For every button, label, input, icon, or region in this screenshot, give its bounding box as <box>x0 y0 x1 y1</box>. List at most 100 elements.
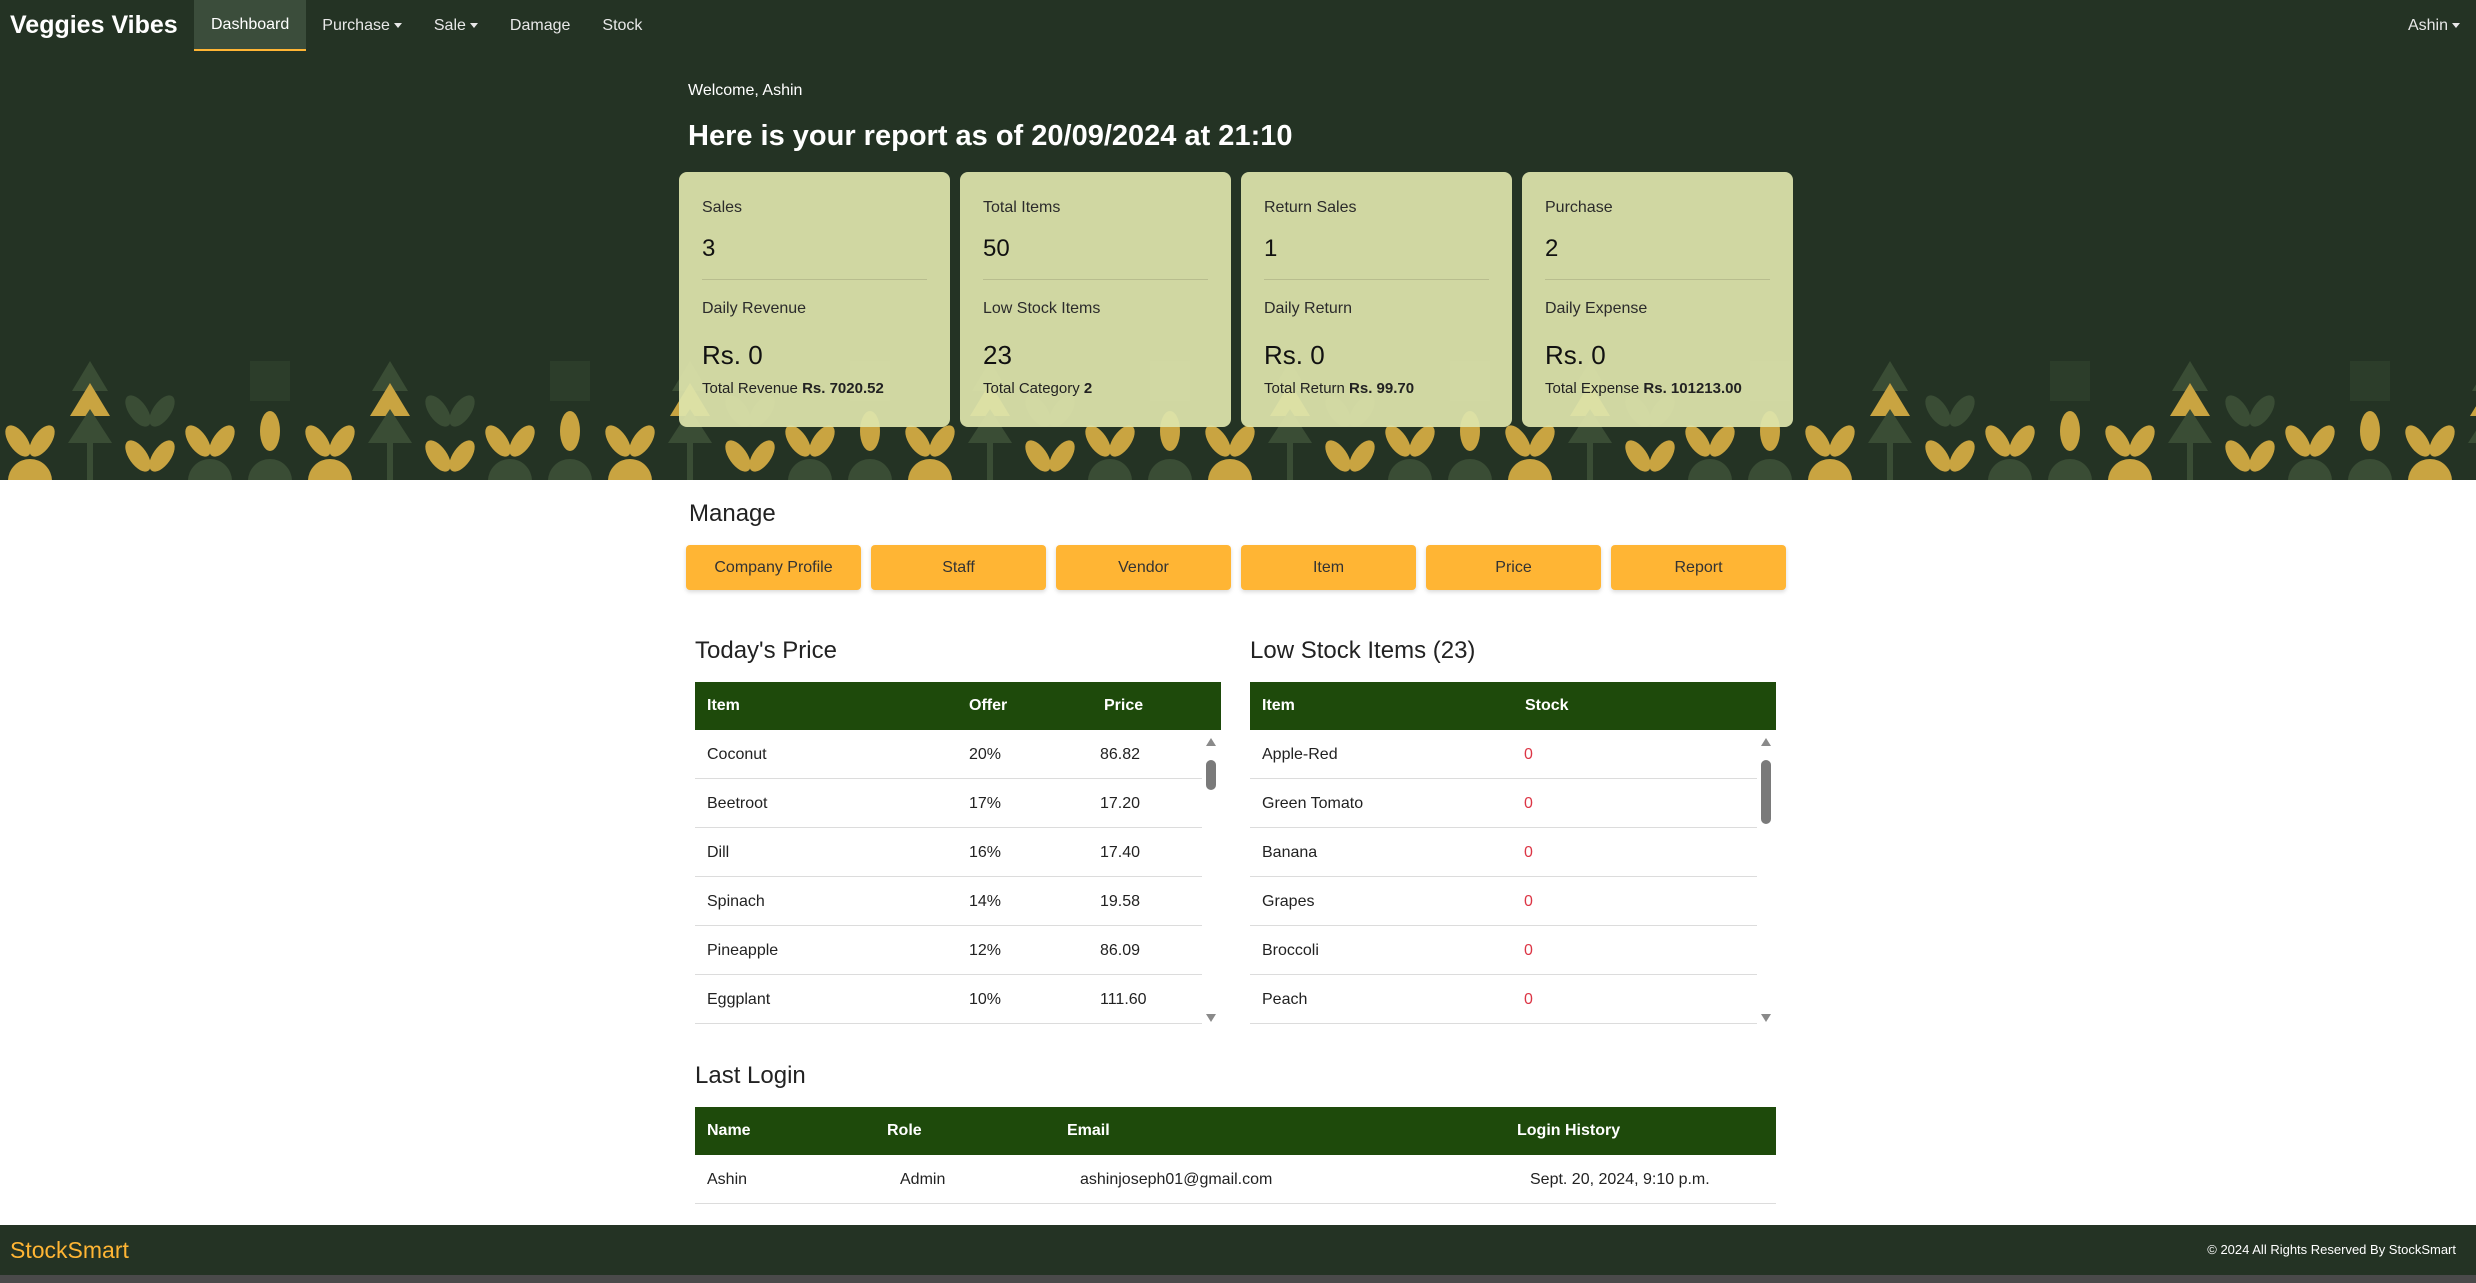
card-divider <box>983 279 1208 280</box>
scroll-thumb[interactable] <box>1206 760 1216 790</box>
price-button[interactable]: Price <box>1426 545 1601 590</box>
last-login-table-header: Name Role Email Login History <box>695 1107 1776 1155</box>
top-navbar: Veggies Vibes Dashboard Purchase Sale Da… <box>0 0 2476 51</box>
cell-stock: 0 <box>1524 844 1533 861</box>
sales-card: Sales 3 Daily Revenue Rs. 0 Total Revenu… <box>679 172 950 427</box>
cell-price: 86.82 <box>1100 746 1141 763</box>
nav-sale-label: Sale <box>433 16 466 34</box>
low-stock-table-body[interactable]: Apple-Red 0 Green Tomato 0 Banana 0 Grap… <box>1250 730 1757 1026</box>
report-button[interactable]: Report <box>1611 545 1786 590</box>
cell-item: Dill <box>707 844 730 861</box>
price-table-body[interactable]: Coconut 20% 86.82 Beetroot 17% 17.20 Dil… <box>695 730 1202 1026</box>
item-button[interactable]: Item <box>1241 545 1416 590</box>
card-label: Daily Revenue <box>702 300 807 317</box>
nav-damage[interactable]: Damage <box>494 0 586 51</box>
cell-name: Ashin <box>707 1171 748 1188</box>
cell-offer: 20% <box>969 746 1002 763</box>
report-title: Here is your report as of 20/09/2024 at … <box>688 120 1293 152</box>
staff-button[interactable]: Staff <box>871 545 1046 590</box>
cell-price: 86.09 <box>1100 942 1141 959</box>
price-table-scrollbar[interactable] <box>1203 734 1219 1026</box>
table-row: Green Tomato 0 <box>1250 779 1757 828</box>
window-bottom-edge <box>0 1275 2476 1283</box>
card-value: 2 <box>1545 235 1559 262</box>
nav-stock[interactable]: Stock <box>586 0 658 51</box>
table-row: Eggplant 10% 111.60 <box>695 975 1202 1024</box>
cell-stock: 0 <box>1524 942 1533 959</box>
cell-offer: 10% <box>969 991 1002 1008</box>
card-label: Return Sales <box>1264 199 1357 216</box>
table-row: Apple-Red 0 <box>1250 730 1757 779</box>
scroll-up-icon[interactable] <box>1761 738 1771 746</box>
table-row: Coconut 20% 86.82 <box>695 730 1202 779</box>
low-stock-table-header: Item Stock <box>1250 682 1776 730</box>
return-sales-card: Return Sales 1 Daily Return Rs. 0 Total … <box>1241 172 1512 427</box>
table-row: Spinach 14% 19.58 <box>695 877 1202 926</box>
cell-item: Spinach <box>707 893 765 910</box>
column-header: Item <box>707 697 740 714</box>
card-value: 1 <box>1264 235 1278 262</box>
card-footer: Total Revenue Rs. 7020.52 <box>702 380 884 397</box>
card-footer-label: Total Expense <box>1545 380 1640 397</box>
column-header: Role <box>887 1122 922 1139</box>
cell-role: Admin <box>900 1171 946 1188</box>
scroll-thumb[interactable] <box>1761 760 1771 824</box>
cell-offer: 12% <box>969 942 1002 959</box>
cell-login-history: Sept. 20, 2024, 9:10 p.m. <box>1530 1171 1710 1188</box>
card-value: Rs. 0 <box>1545 340 1606 370</box>
nav-dashboard-label: Dashboard <box>211 15 290 33</box>
cell-stock: 0 <box>1524 893 1533 910</box>
card-divider <box>702 279 927 280</box>
card-footer-value: 2 <box>1083 380 1093 397</box>
low-stock-heading: Low Stock Items (23) <box>1250 637 1476 664</box>
card-value: 3 <box>702 235 716 262</box>
table-row: Beetroot 17% 17.20 <box>695 779 1202 828</box>
cell-item: Broccoli <box>1262 942 1319 959</box>
column-header: Item <box>1262 697 1295 714</box>
welcome-text: Welcome, Ashin <box>688 82 803 99</box>
cell-stock: 0 <box>1524 991 1533 1008</box>
card-footer-value: Rs. 101213.00 <box>1643 380 1742 397</box>
leaf-pattern-decoration <box>5 361 2476 480</box>
scroll-down-icon[interactable] <box>1206 1014 1216 1022</box>
cell-item: Banana <box>1262 844 1318 861</box>
scroll-down-icon[interactable] <box>1761 1014 1771 1022</box>
card-footer: Total Category 2 <box>983 380 1092 397</box>
table-row: Dill 16% 17.40 <box>695 828 1202 877</box>
card-footer-label: Total Revenue <box>702 380 798 397</box>
card-value: Rs. 0 <box>702 340 763 370</box>
card-value: 50 <box>983 235 1010 262</box>
company-profile-button[interactable]: Company Profile <box>686 545 861 590</box>
user-menu-dropdown[interactable]: Ashin <box>2408 0 2460 51</box>
todays-price-heading: Today's Price <box>695 637 837 664</box>
vendor-button[interactable]: Vendor <box>1056 545 1231 590</box>
cell-item: Beetroot <box>707 795 768 812</box>
card-value: Rs. 0 <box>1264 340 1325 370</box>
items-card: Total Items 50 Low Stock Items 23 Total … <box>960 172 1231 427</box>
cell-item: Eggplant <box>707 991 771 1008</box>
table-row: Grapes 0 <box>1250 877 1757 926</box>
card-label: Total Items <box>983 199 1061 216</box>
nav-dashboard[interactable]: Dashboard <box>194 0 307 51</box>
footer-logo[interactable]: StockSmart <box>10 1225 129 1275</box>
cell-email: ashinjoseph01@gmail.com <box>1080 1171 1273 1188</box>
scroll-up-icon[interactable] <box>1206 738 1216 746</box>
last-login-table-body[interactable]: Ashin Admin ashinjoseph01@gmail.com Sept… <box>695 1155 1776 1225</box>
table-row: Ashin Admin ashinjoseph01@gmail.com Sept… <box>695 1155 1776 1204</box>
card-divider <box>1545 279 1770 280</box>
card-footer: Total Expense Rs. 101213.00 <box>1545 380 1742 397</box>
manage-heading: Manage <box>689 500 776 527</box>
user-name: Ashin <box>2407 16 2448 34</box>
brand-logo[interactable]: Veggies Vibes <box>0 11 194 40</box>
table-row: Banana 0 <box>1250 828 1757 877</box>
nav-stock-label: Stock <box>602 16 643 34</box>
low-stock-scrollbar[interactable] <box>1758 734 1774 1026</box>
cell-item: Green Tomato <box>1262 795 1364 812</box>
nav-purchase-dropdown[interactable]: Purchase <box>306 0 418 51</box>
purchase-card: Purchase 2 Daily Expense Rs. 0 Total Exp… <box>1522 172 1793 427</box>
cell-price: 19.58 <box>1100 893 1141 910</box>
column-header: Offer <box>969 697 1008 714</box>
nav-sale-dropdown[interactable]: Sale <box>418 0 494 51</box>
cell-offer: 14% <box>969 893 1002 910</box>
card-label: Daily Expense <box>1545 300 1648 317</box>
